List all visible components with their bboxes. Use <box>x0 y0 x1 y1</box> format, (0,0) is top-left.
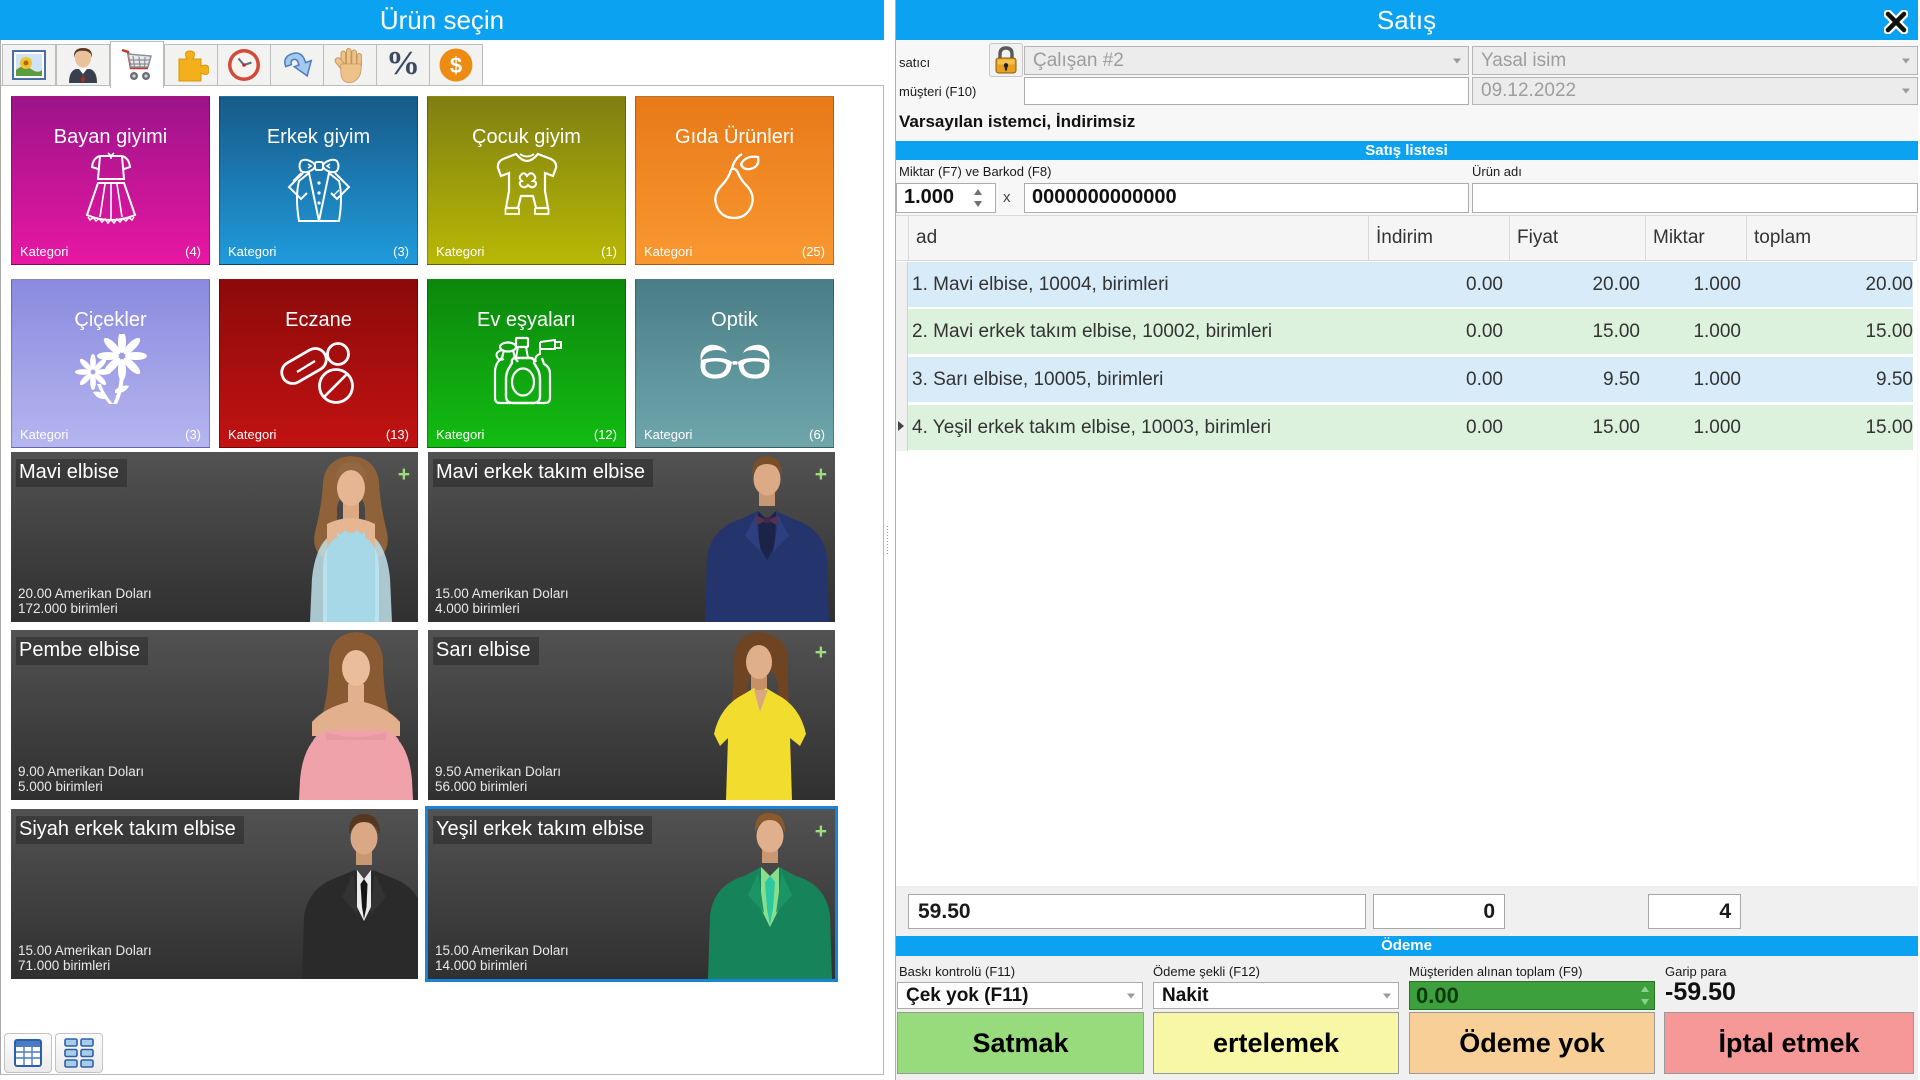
svg-text:$: $ <box>450 53 462 78</box>
